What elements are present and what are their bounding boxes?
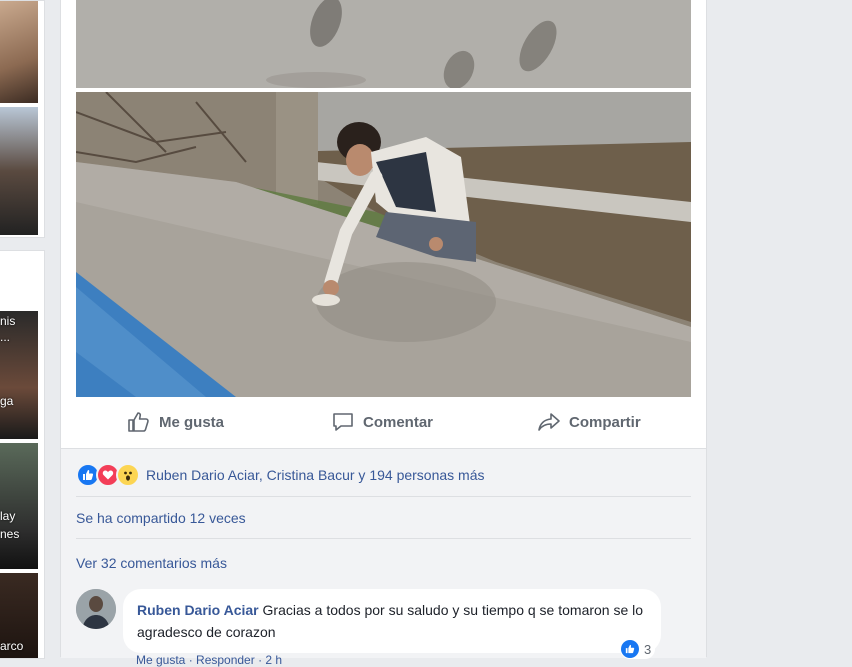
- comment-bubble: Ruben Dario Aciar Gracias a todos por su…: [123, 589, 661, 653]
- profile-picture: [76, 589, 116, 629]
- feedback-section: Ruben Dario Aciar, Cristina Bacur y 194 …: [61, 448, 706, 667]
- photo-thumb[interactable]: nis ... ga: [0, 311, 38, 439]
- photo-thumb[interactable]: lay nes: [0, 443, 38, 569]
- comment-button[interactable]: Comentar: [331, 410, 433, 434]
- divider: [76, 538, 691, 539]
- like-button[interactable]: Me gusta: [127, 410, 224, 434]
- comment-label: Comentar: [363, 413, 434, 431]
- speech-bubble-icon: [333, 413, 353, 431]
- like-icon: [621, 640, 639, 658]
- reactions-text[interactable]: Ruben Dario Aciar, Cristina Bacur y 194 …: [146, 467, 485, 483]
- share-arrow-icon: [538, 413, 560, 431]
- view-more-comments-link[interactable]: Ver 32 comentarios más: [76, 555, 227, 571]
- avatar[interactable]: [76, 589, 116, 629]
- post-card: Me gusta Comentar Compartir Ruben Dario …: [60, 0, 707, 667]
- thumb-caption: arco: [0, 639, 24, 653]
- friend-photo[interactable]: [0, 107, 38, 235]
- thumb-caption: nis: [0, 314, 16, 328]
- post-action-bar: Me gusta Comentar Compartir: [61, 398, 706, 446]
- wow-icon: [116, 463, 140, 487]
- post-photo-main[interactable]: [76, 92, 691, 397]
- friend-photo[interactable]: [0, 1, 38, 103]
- share-label: Compartir: [569, 413, 641, 431]
- concrete-footprints-image: [76, 0, 691, 88]
- comment-reaction-count: 3: [644, 641, 652, 657]
- share-button[interactable]: Compartir: [537, 410, 641, 434]
- post-photo-top[interactable]: [76, 0, 691, 88]
- thumb-caption: lay: [0, 509, 16, 523]
- comment-meta[interactable]: Me gusta · Responder · 2 h: [136, 653, 282, 667]
- comment-author[interactable]: Ruben Dario Aciar: [137, 602, 259, 618]
- man-smoothing-concrete-image: [76, 92, 691, 397]
- reactions-summary[interactable]: Ruben Dario Aciar, Cristina Bacur y 194 …: [76, 463, 485, 487]
- thumb-caption: ...: [0, 330, 11, 344]
- thumb-caption: ga: [0, 394, 14, 408]
- left-column: nis ... ga lay nes arco: [0, 0, 46, 659]
- photo-thumb[interactable]: arco: [0, 573, 38, 658]
- like-label: Me gusta: [159, 413, 225, 431]
- share-count-link[interactable]: Se ha compartido 12 veces: [76, 510, 246, 526]
- comment-reactions[interactable]: 3: [620, 639, 656, 659]
- divider: [76, 496, 691, 497]
- thumb-caption: nes: [0, 527, 20, 541]
- photos-card: nis ... ga lay nes arco: [0, 250, 45, 659]
- friends-card: [0, 0, 45, 238]
- thumbs-up-icon: [128, 412, 149, 432]
